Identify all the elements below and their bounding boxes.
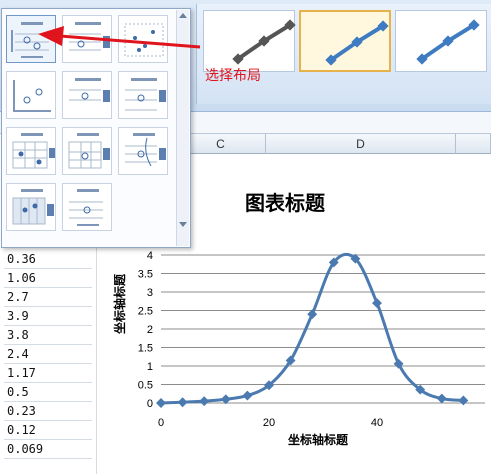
layout-option-8[interactable]	[62, 127, 112, 175]
data-point[interactable]	[458, 395, 469, 406]
layout-6-icon	[125, 78, 166, 111]
chart-style-3[interactable]	[395, 10, 487, 72]
layout-option-1[interactable]	[6, 15, 56, 63]
data-point[interactable]	[156, 398, 166, 408]
y-tick-label: 1	[147, 361, 153, 373]
layout-4-icon	[13, 80, 51, 112]
chart-layout-gallery	[1, 8, 191, 248]
annotation-label: 选择布局	[205, 68, 261, 84]
layout-option-11[interactable]	[62, 183, 112, 231]
y-axis-title[interactable]: 坐标轴标题	[112, 273, 127, 334]
layout-11-icon	[69, 189, 103, 226]
y-tick-label: 0	[147, 398, 153, 410]
column-header-e[interactable]	[456, 134, 491, 154]
layout-7-icon	[12, 133, 55, 169]
cell-value[interactable]: 1.17	[4, 364, 92, 383]
layout-option-4[interactable]	[6, 71, 56, 119]
data-point[interactable]	[436, 393, 447, 404]
cell-value[interactable]: 0.36	[4, 250, 92, 269]
layout-5-icon	[69, 78, 110, 102]
data-point[interactable]	[177, 397, 188, 408]
data-point[interactable]	[242, 390, 253, 401]
style-2-line-icon	[325, 20, 389, 66]
layout-option-10[interactable]	[6, 183, 56, 231]
scroll-up-icon[interactable]	[179, 13, 187, 18]
chart-title[interactable]: 图表标题	[245, 191, 326, 215]
cell-value[interactable]: 2.4	[4, 345, 92, 364]
scroll-down-icon[interactable]	[179, 222, 187, 227]
layout-option-6[interactable]	[118, 71, 168, 119]
y-tick-label: 2.5	[138, 306, 153, 318]
layout-option-9[interactable]	[118, 127, 168, 175]
chart-styles-gallery	[196, 4, 491, 104]
x-axis-title[interactable]: 坐标轴标题	[288, 432, 349, 447]
layout-1-icon	[11, 22, 49, 58]
style-1-line-icon	[232, 19, 296, 65]
cell-value[interactable]: 3.9	[4, 307, 92, 326]
cell-value[interactable]: 1.06	[4, 269, 92, 288]
y-tick-label: 0.5	[138, 380, 153, 392]
y-tick-label: 4	[147, 250, 153, 262]
x-tick-label: 20	[263, 417, 275, 429]
style-3-line-icon	[416, 19, 480, 65]
y-tick-label: 2	[147, 324, 153, 336]
layout-option-2[interactable]	[62, 15, 112, 63]
layout-9-icon	[125, 133, 166, 167]
y-tick-label: 1.5	[138, 343, 153, 355]
y-tick-label: 3	[147, 287, 153, 299]
data-point[interactable]	[199, 396, 210, 407]
column-header-d[interactable]: D	[266, 134, 456, 154]
cell-value[interactable]: 0.5	[4, 383, 92, 402]
y-tick-label: 3.5	[138, 269, 153, 281]
cell-value[interactable]: 0.12	[4, 421, 92, 440]
layout-8-icon	[68, 133, 110, 169]
chart-style-1[interactable]	[203, 10, 296, 72]
layout-option-7[interactable]	[6, 127, 56, 175]
cell-value[interactable]: 0.23	[4, 402, 92, 421]
cell-value[interactable]: 0.069	[4, 440, 92, 459]
gallery-scrollbar[interactable]	[176, 10, 189, 246]
layout-10-icon	[12, 189, 54, 225]
cell-value[interactable]: 3.8	[4, 326, 92, 345]
layout-option-3[interactable]	[118, 15, 168, 63]
data-point[interactable]	[372, 298, 382, 309]
cell-value[interactable]: 2.7	[4, 288, 92, 307]
x-tick-label: 40	[371, 417, 383, 429]
x-tick-label: 0	[158, 417, 164, 429]
layout-2-icon	[69, 22, 110, 51]
layout-option-5[interactable]	[62, 71, 112, 119]
chart-style-2[interactable]	[299, 10, 391, 72]
layout-3-icon	[124, 23, 164, 57]
